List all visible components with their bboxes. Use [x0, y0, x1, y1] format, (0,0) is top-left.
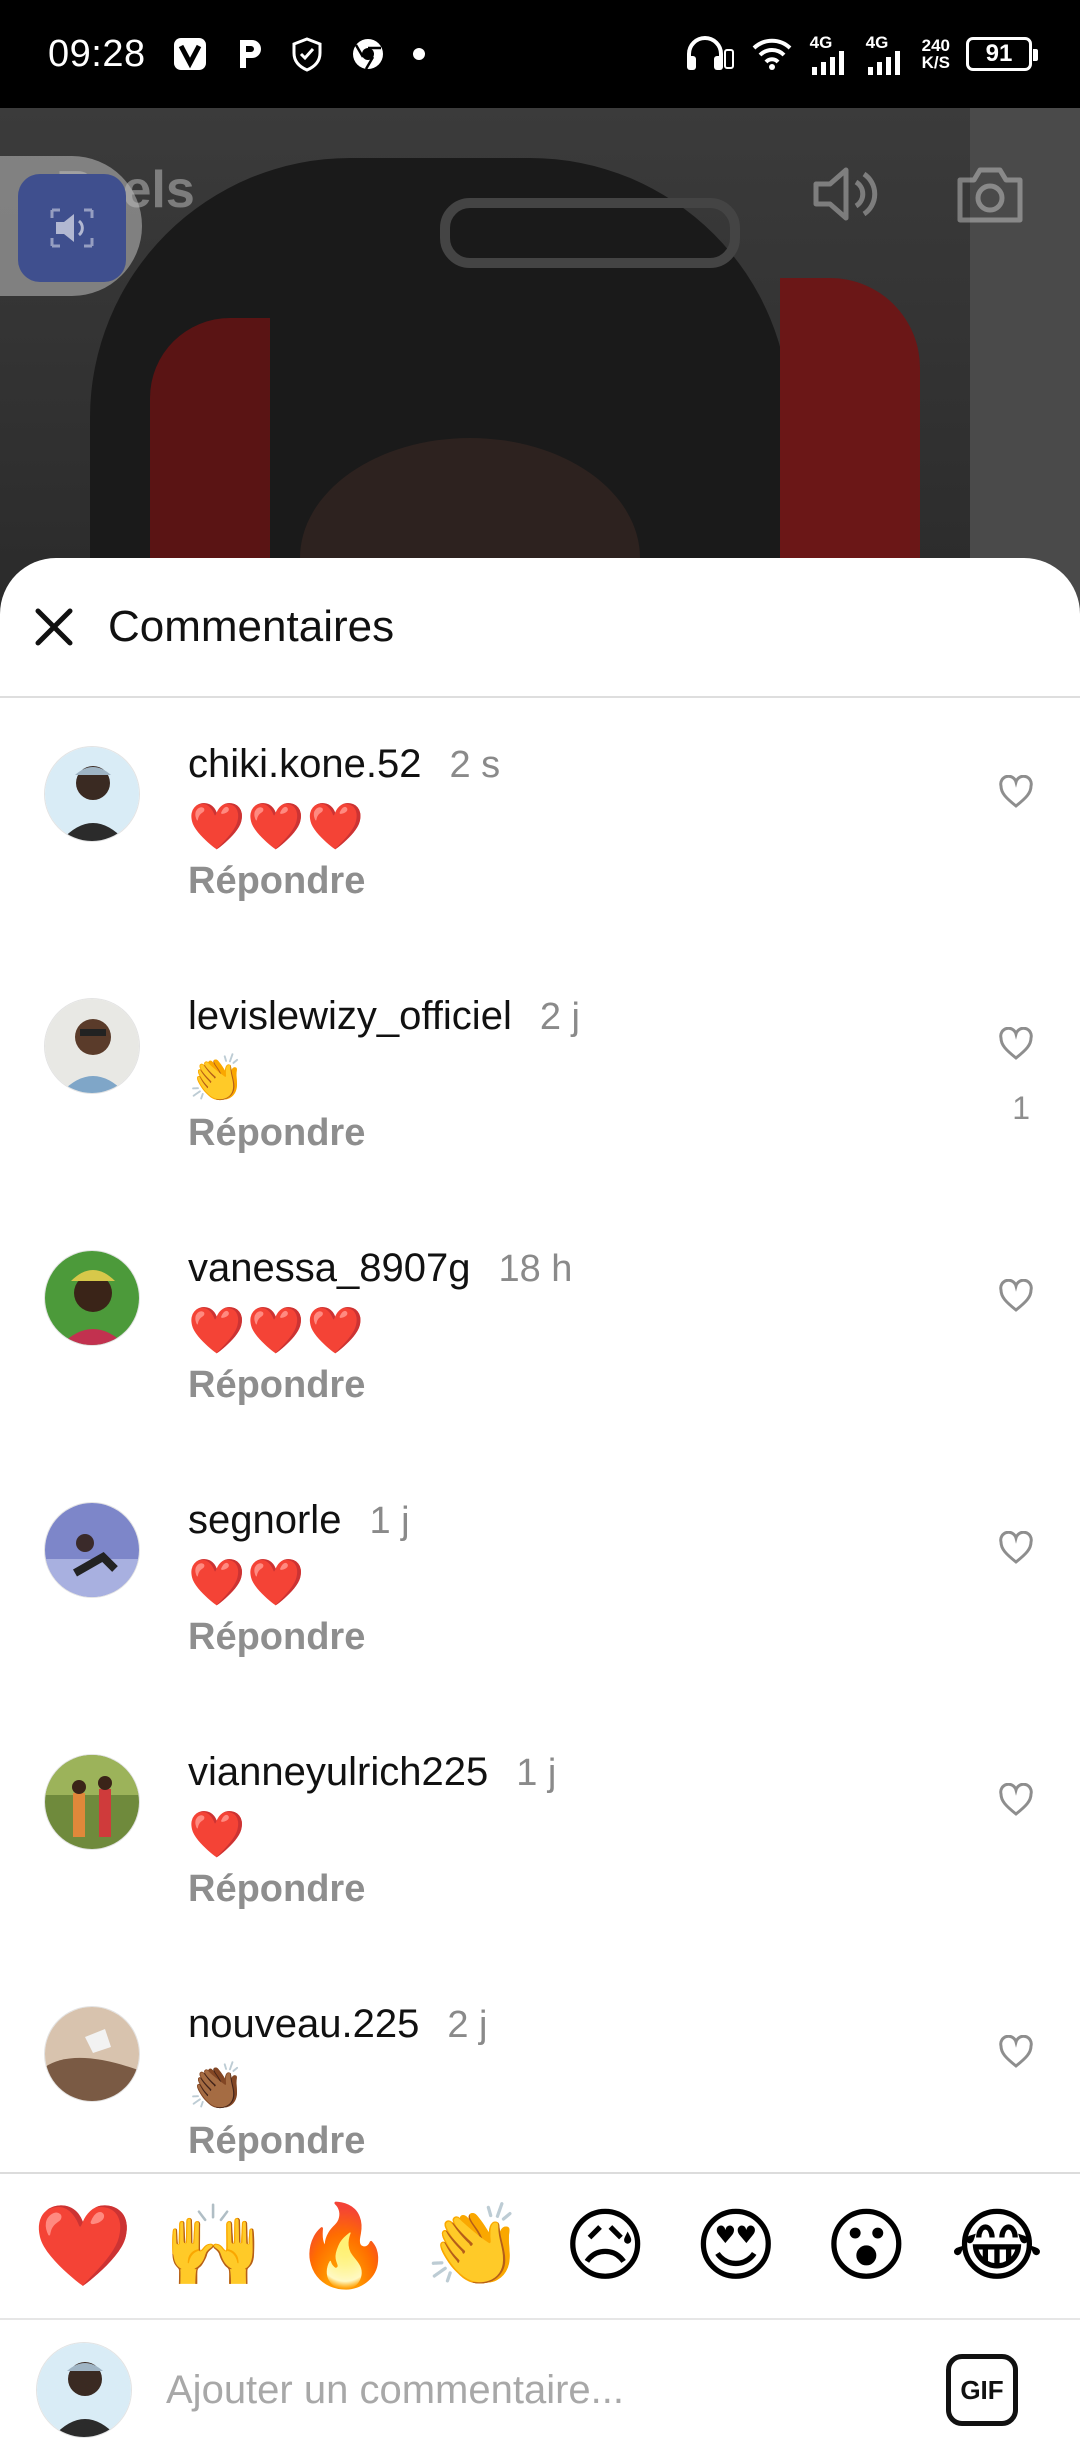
sheet-title: Commentaires [108, 602, 395, 651]
shield-icon [290, 36, 324, 72]
v-app-icon [172, 36, 208, 72]
like-heart-icon[interactable] [996, 772, 1036, 812]
wifi-icon [750, 36, 794, 72]
avatar[interactable] [44, 998, 140, 1094]
camera-icon[interactable] [952, 156, 1028, 232]
emoji-raised-hands-button[interactable]: 🙌 [155, 2201, 273, 2291]
reply-button[interactable]: Répondre [188, 860, 365, 903]
avatar[interactable] [44, 1502, 140, 1598]
comment-item: chiki.kone.52 2 s ❤️❤️❤️ Répondre [0, 698, 1080, 950]
volume-icon[interactable] [808, 156, 884, 232]
avatar[interactable] [44, 1754, 140, 1850]
like-heart-icon[interactable] [996, 1528, 1036, 1568]
comment-composer: Ajouter un commentaire... GIF [0, 2318, 1080, 2460]
comment-time: 1 j [516, 1752, 557, 1794]
comment-text: ❤️❤️❤️ [188, 1304, 366, 1356]
status-time: 09:28 [48, 32, 146, 75]
close-icon [35, 608, 73, 646]
avatar[interactable] [44, 2006, 140, 2102]
comment-input[interactable]: Ajouter un commentaire... [166, 2368, 946, 2413]
reel-video-background[interactable]: Reels [0, 108, 1080, 628]
speaker-icon [50, 208, 94, 248]
emoji-heart-eyes-button[interactable]: 😍 [677, 2201, 795, 2291]
comment-time: 1 j [369, 1500, 410, 1542]
p-app-icon [234, 36, 264, 72]
screen: 09:28 4G 4G 240 K/S 91 Commentaires chik… [0, 0, 1080, 2460]
comment-username[interactable]: segnorle [188, 1498, 341, 1543]
close-button[interactable] [30, 603, 78, 651]
comment-item: segnorle 1 j ❤️❤️ Répondre [0, 1454, 1080, 1706]
like-count: 1 [1012, 1090, 1030, 1126]
emoji-clap-button[interactable]: 👏 [416, 2201, 534, 2291]
comment-username[interactable]: vianneyulrich225 [188, 1750, 488, 1795]
comment-item: vanessa_8907g 18 h ❤️❤️❤️ Répondre [0, 1202, 1080, 1454]
avatar[interactable] [44, 746, 140, 842]
network-type-2: 4G [865, 32, 889, 52]
reply-button[interactable]: Répondre [188, 1364, 365, 1407]
comment-text: ❤️❤️ [188, 1556, 307, 1608]
comment-text: ❤️ [188, 1808, 248, 1860]
comment-item: levislewizy_officiel 2 j 👏 Répondre 1 [0, 950, 1080, 1202]
comment-text: 👏 [188, 1052, 248, 1104]
network-type-1: 4G [809, 32, 833, 52]
comment-time: 2 s [449, 744, 501, 786]
like-heart-icon[interactable] [996, 2032, 1036, 2072]
comment-time: 2 j [447, 2004, 488, 2046]
speed-unit: K/S [921, 53, 950, 72]
headphones-icon [684, 34, 734, 74]
comment-time: 18 h [498, 1248, 573, 1290]
comment-username[interactable]: chiki.kone.52 [188, 742, 421, 787]
reply-button[interactable]: Répondre [188, 2120, 365, 2163]
like-heart-icon[interactable] [996, 1276, 1036, 1316]
notification-dot-icon [412, 47, 426, 61]
cell-signal-2-icon: 4G [866, 34, 906, 75]
comment-text: 👏🏾 [188, 2060, 248, 2112]
current-user-avatar [36, 2342, 132, 2438]
like-heart-icon[interactable] [996, 1780, 1036, 1820]
comment-text: ❤️❤️❤️ [188, 800, 366, 852]
comment-username[interactable]: nouveau.225 [188, 2002, 419, 2047]
speed-value: 240 [921, 36, 950, 55]
battery-indicator: 91 [966, 37, 1038, 71]
comments-header: Commentaires [0, 558, 1080, 698]
comment-username[interactable]: vanessa_8907g [188, 1246, 470, 1291]
emoji-laughing-button[interactable]: 😂 [938, 2201, 1056, 2291]
gif-button[interactable]: GIF [946, 2354, 1018, 2426]
comment-username[interactable]: levislewizy_officiel [188, 994, 512, 1039]
reply-button[interactable]: Répondre [188, 1112, 365, 1155]
cell-signal-1-icon: 4G [810, 34, 850, 75]
avatar[interactable] [44, 1250, 140, 1346]
comment-item: vianneyulrich225 1 j ❤️ Répondre [0, 1706, 1080, 1958]
emoji-reaction-bar: ❤️ 🙌 🔥 👏 😥 😍 😮 😂 [0, 2172, 1080, 2318]
sound-badge[interactable] [18, 174, 126, 282]
status-bar: 09:28 4G 4G 240 K/S 91 [0, 0, 1080, 108]
reply-button[interactable]: Répondre [188, 1868, 365, 1911]
emoji-sad-button[interactable]: 😥 [546, 2201, 664, 2291]
network-speed: 240 K/S [922, 37, 950, 71]
battery-level: 91 [985, 40, 1013, 67]
emoji-heart-button[interactable]: ❤️ [24, 2201, 142, 2291]
chrome-icon [350, 36, 386, 72]
emoji-surprised-button[interactable]: 😮 [807, 2201, 925, 2291]
reply-button[interactable]: Répondre [188, 1616, 365, 1659]
comment-time: 2 j [539, 996, 580, 1038]
emoji-fire-button[interactable]: 🔥 [285, 2201, 403, 2291]
like-heart-icon[interactable] [996, 1024, 1036, 1064]
